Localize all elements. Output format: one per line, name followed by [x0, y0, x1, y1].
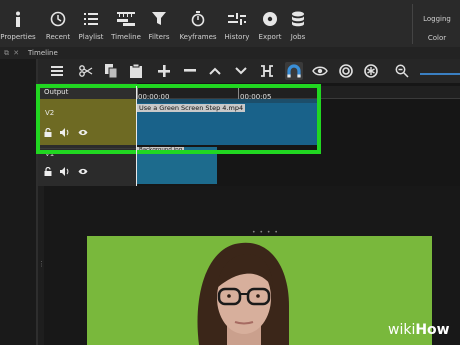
- timeline-menu-button[interactable]: [48, 62, 66, 80]
- scissors-icon: [79, 65, 93, 77]
- wikihow-watermark: wikiHow: [388, 322, 450, 338]
- keyframes-label: Keyframes: [179, 33, 217, 41]
- keyframes-button[interactable]: Keyframes: [179, 0, 217, 47]
- clipboard-icon: [130, 64, 142, 78]
- main-toolbar: Properties Recent Playlist Timeline Filt…: [0, 0, 460, 47]
- watermark-part1: wiki: [388, 322, 416, 338]
- menu-icon: [51, 66, 63, 76]
- stopwatch-icon: [191, 11, 205, 27]
- timeline-button[interactable]: Timeline: [111, 0, 141, 47]
- copy-button[interactable]: [102, 62, 120, 80]
- dock-title: Timeline: [28, 49, 58, 57]
- timeline-label: Timeline: [111, 33, 141, 41]
- eye-icon: [312, 66, 328, 76]
- minus-icon: [184, 69, 196, 72]
- playlist-label: Playlist: [78, 33, 104, 41]
- timeline-icon: [117, 12, 135, 26]
- recent-button[interactable]: Recent: [44, 0, 72, 47]
- cut-button[interactable]: [77, 62, 95, 80]
- list-icon: [84, 13, 98, 25]
- eye-icon[interactable]: [78, 168, 88, 175]
- playlist-button[interactable]: Playlist: [78, 0, 104, 47]
- chevron-down-icon: [235, 67, 247, 75]
- snap-button[interactable]: [285, 62, 303, 80]
- target-icon: [339, 64, 353, 78]
- magnet-icon: [287, 64, 301, 78]
- lift-button[interactable]: [206, 62, 224, 80]
- panel-splitter[interactable]: • • • •: [252, 229, 279, 236]
- plus-icon: [158, 65, 170, 77]
- copy-icon: [105, 64, 117, 78]
- disc-icon: [263, 12, 277, 26]
- funnel-icon: [152, 12, 166, 25]
- ripple-delete-button[interactable]: [181, 62, 199, 80]
- jobs-label: Jobs: [290, 33, 306, 41]
- logging-layout-button[interactable]: Logging: [414, 15, 460, 23]
- overwrite-button[interactable]: [232, 62, 250, 80]
- ripple-button[interactable]: [337, 62, 355, 80]
- split-icon: [261, 65, 273, 77]
- history-icon: [228, 13, 246, 25]
- append-button[interactable]: [155, 62, 173, 80]
- timeline-toolbar: [38, 59, 460, 83]
- database-icon: [292, 11, 304, 27]
- watermark-part2: How: [415, 322, 450, 338]
- jobs-button[interactable]: Jobs: [286, 0, 310, 47]
- left-panel-strip: [0, 59, 38, 345]
- dock-float-close-icons[interactable]: ⧉ ✕: [4, 49, 20, 58]
- info-icon: [16, 11, 20, 27]
- person-thumbnail: [197, 242, 289, 345]
- speaker-icon[interactable]: [60, 166, 70, 176]
- properties-button[interactable]: Properties: [0, 0, 36, 47]
- scrub-button[interactable]: [311, 62, 329, 80]
- lock-icon[interactable]: [44, 166, 52, 176]
- highlight-box: [36, 84, 321, 154]
- properties-label: Properties: [0, 33, 36, 41]
- clock-icon: [50, 11, 66, 27]
- zoom-slider[interactable]: [420, 73, 460, 75]
- chevron-up-icon: [209, 67, 221, 75]
- track-controls-v1: [44, 166, 88, 176]
- timeline-dock-titlebar: ⧉ ✕ Timeline: [0, 47, 460, 59]
- history-button[interactable]: History: [224, 0, 250, 47]
- ripple-all-tracks-button[interactable]: [362, 62, 380, 80]
- zoom-out-icon: [395, 64, 409, 78]
- paste-button[interactable]: [127, 62, 145, 80]
- toolbar-separator: [412, 4, 413, 44]
- color-layout-button[interactable]: Color: [414, 34, 460, 42]
- star-circle-icon: [364, 64, 378, 78]
- video-preview: [87, 236, 432, 345]
- split-button[interactable]: [258, 62, 276, 80]
- zoom-out-button[interactable]: [393, 62, 411, 80]
- filters-label: Filters: [148, 33, 170, 41]
- filters-button[interactable]: Filters: [147, 0, 171, 47]
